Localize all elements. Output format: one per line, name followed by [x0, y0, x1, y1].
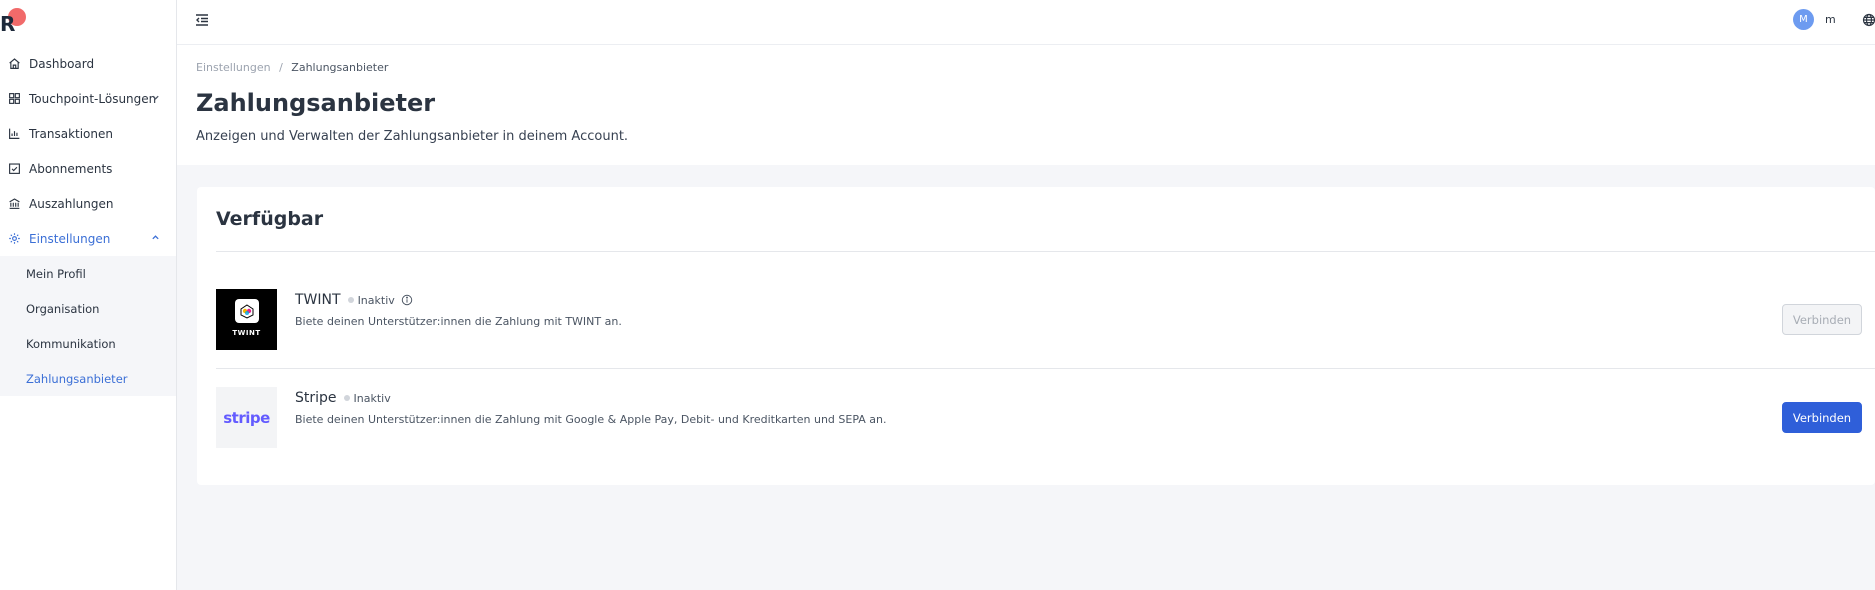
page-subtitle: Anzeigen und Verwalten der Zahlungsanbie…: [196, 129, 629, 144]
sidebar-item-touchpoint[interactable]: Touchpoint-Lösungen: [0, 81, 176, 116]
sidebar-item-label: Auszahlungen: [29, 196, 114, 211]
sidebar-item-label: Dashboard: [29, 56, 95, 71]
topbar: M m: [177, 0, 1875, 45]
stripe-logo: stripe: [216, 387, 277, 448]
status-dot: [343, 395, 350, 401]
providers-card: Verfügbar TWINT TWINT Inaktiv Biete dein…: [197, 187, 1875, 485]
sidebar-item-dashboard[interactable]: Dashboard: [0, 46, 176, 81]
twint-logo: TWINT: [216, 289, 277, 350]
breadcrumb-parent[interactable]: Einstellungen: [196, 61, 271, 74]
sidebar-subitem-kommunikation[interactable]: Kommunikation: [0, 326, 176, 361]
sidebar-item-abonnements[interactable]: Abonnements: [0, 151, 176, 186]
sidebar-item-label: Transaktionen: [29, 126, 113, 141]
sidebar-item-label: Abonnements: [29, 161, 113, 176]
section-title: Verfügbar: [216, 208, 324, 230]
calendar-check-icon: [7, 162, 21, 176]
page-header: Einstellungen / Zahlungsanbieter Zahlung…: [177, 45, 1875, 165]
chevron-up-icon: [151, 233, 160, 245]
username[interactable]: m: [1825, 13, 1836, 26]
sidebar-item-transaktionen[interactable]: Transaktionen: [0, 116, 176, 151]
grid-icon: [7, 92, 21, 106]
status-badge: Inaktiv: [357, 293, 395, 307]
divider: [216, 251, 1875, 252]
provider-name: TWINT Inaktiv: [295, 292, 413, 308]
sidebar-item-auszahlungen[interactable]: Auszahlungen: [0, 186, 176, 221]
provider-name-text: TWINT: [295, 292, 341, 308]
provider-description: Biete deinen Unterstützer:innen die Zahl…: [295, 413, 887, 426]
twint-logo-text: TWINT: [232, 328, 261, 337]
sidebar-nav: Dashboard Touchpoint-Lösungen Transaktio…: [0, 46, 176, 396]
provider-row-twint: TWINT TWINT Inaktiv Biete deinen Unterst…: [216, 289, 1875, 351]
info-icon[interactable]: [401, 294, 413, 306]
sidebar-subitem-mein-profil[interactable]: Mein Profil: [0, 256, 176, 291]
breadcrumb-current: Zahlungsanbieter: [291, 61, 389, 74]
page-title: Zahlungsanbieter: [196, 89, 436, 117]
sidebar-item-label: Touchpoint-Lösungen: [29, 91, 157, 106]
sidebar-item-label: Einstellungen: [29, 231, 111, 246]
status-badge: Inaktiv: [353, 391, 391, 405]
gear-icon: [7, 232, 21, 246]
menu-toggle-icon[interactable]: [194, 12, 210, 28]
provider-row-stripe: stripe Stripe Inaktiv Biete deinen Unter…: [216, 387, 1875, 449]
sidebar-subitem-organisation[interactable]: Organisation: [0, 291, 176, 326]
chevron-down-icon: [151, 93, 160, 105]
settings-submenu: Mein Profil Organisation Kommunikation Z…: [0, 256, 176, 396]
globe-icon[interactable]: [1862, 12, 1875, 27]
stripe-logo-text: stripe: [223, 408, 270, 427]
bar-chart-icon: [7, 127, 21, 141]
provider-name-text: Stripe: [295, 390, 337, 406]
breadcrumb-separator: /: [279, 61, 283, 74]
avatar[interactable]: M: [1793, 9, 1814, 30]
connect-stripe-button[interactable]: Verbinden: [1782, 402, 1862, 433]
twint-mark-icon: [234, 298, 259, 323]
status-dot: [347, 297, 354, 303]
bank-icon: [7, 197, 21, 211]
divider: [216, 368, 1875, 369]
sidebar: R Dashboard Touchpoint-Lösungen Transakt…: [0, 0, 177, 590]
connect-twint-button[interactable]: Verbinden: [1782, 304, 1862, 335]
provider-name: Stripe Inaktiv: [295, 390, 391, 406]
logo-letter: R: [0, 12, 16, 36]
sidebar-subitem-zahlungsanbieter[interactable]: Zahlungsanbieter: [0, 361, 176, 396]
breadcrumb: Einstellungen / Zahlungsanbieter: [196, 61, 388, 74]
home-icon: [7, 57, 21, 71]
sidebar-item-einstellungen[interactable]: Einstellungen: [0, 221, 176, 256]
app-logo[interactable]: R: [0, 6, 30, 36]
provider-description: Biete deinen Unterstützer:innen die Zahl…: [295, 315, 622, 328]
